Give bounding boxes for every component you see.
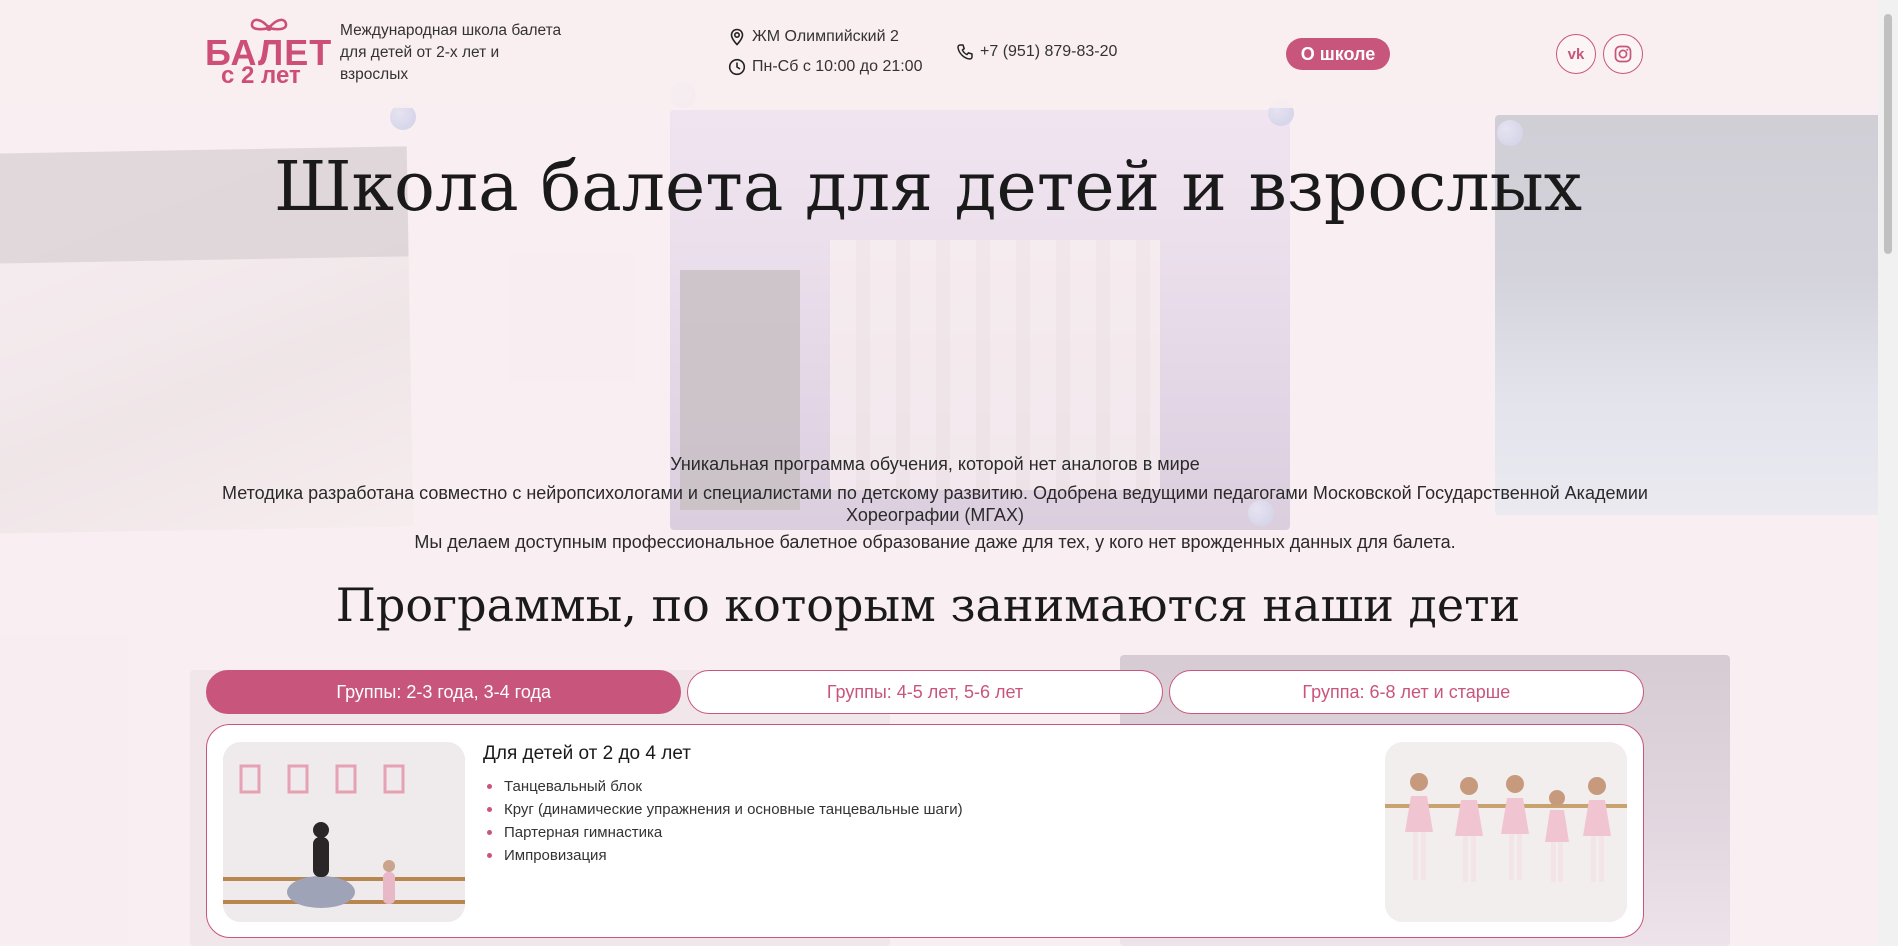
phone-item[interactable]: +7 (951) 879-83-20 bbox=[956, 43, 1117, 61]
program-card: Для детей от 2 до 4 лет Танцевальный бло… bbox=[206, 724, 1644, 938]
instagram-icon bbox=[1614, 45, 1632, 63]
site-header: БАЛЕТ с 2 лет Международная школа балета… bbox=[0, 0, 1878, 108]
main-content: Школа балета для детей и взрослых Уникал… bbox=[0, 0, 1878, 946]
brand-logo[interactable]: БАЛЕТ с 2 лет bbox=[205, 18, 331, 89]
instagram-link[interactable] bbox=[1603, 34, 1643, 74]
about-school-button[interactable]: О школе bbox=[1286, 38, 1390, 70]
program-card-heading: Для детей от 2 до 4 лет bbox=[483, 743, 691, 764]
scrollbar-thumb[interactable] bbox=[1884, 14, 1892, 254]
hero-line-unique: Уникальная программа обучения, которой н… bbox=[670, 454, 1200, 474]
age-group-tabs: Группы: 2-3 года, 3-4 года Группы: 4-5 л… bbox=[206, 670, 1644, 714]
hours-item: Пн-Сб с 10:00 до 21:00 bbox=[728, 58, 922, 76]
school-tagline: Международная школа балета для детей от … bbox=[340, 22, 562, 83]
location-pin-icon bbox=[730, 28, 744, 46]
program-photo-girls bbox=[1385, 742, 1627, 922]
tab-group-4-6[interactable]: Группы: 4-5 лет, 5-6 лет bbox=[687, 670, 1163, 714]
tab-group-6-8[interactable]: Группа: 6-8 лет и старше bbox=[1168, 670, 1644, 714]
address-item[interactable]: ЖМ Олимпийский 2 bbox=[728, 28, 899, 46]
tab-group-2-4[interactable]: Группы: 2-3 года, 3-4 года bbox=[206, 670, 682, 714]
hero-title: Школа балета для детей и взрослых bbox=[273, 148, 1583, 227]
hero-line-methodology: Методика разработана совместно с нейропс… bbox=[222, 483, 1648, 525]
programs-title: Программы, по которым занимаются наши де… bbox=[335, 578, 1521, 632]
program-photo-teacher bbox=[223, 742, 465, 922]
list-item: Круг (динамические упражнения и основные… bbox=[487, 798, 963, 821]
page-scrollbar[interactable] bbox=[1878, 0, 1898, 946]
phone-icon bbox=[957, 44, 973, 60]
address-text: ЖМ Олимпийский 2 bbox=[752, 28, 899, 45]
vk-link[interactable]: vk bbox=[1556, 34, 1596, 74]
logo-text-sub: с 2 лет bbox=[221, 62, 301, 89]
photo-illustration bbox=[223, 742, 465, 922]
clock-icon bbox=[728, 58, 746, 76]
list-item: Партерная гимнастика bbox=[487, 821, 963, 844]
hero-line-accessibility: Мы делаем доступным профессиональное бал… bbox=[414, 532, 1456, 552]
vk-icon: vk bbox=[1567, 45, 1585, 63]
phone-text: +7 (951) 879-83-20 bbox=[980, 43, 1118, 60]
list-item: Танцевальный блок bbox=[487, 775, 963, 798]
photo-illustration bbox=[1385, 742, 1627, 922]
program-items-list: Танцевальный блок Круг (динамические упр… bbox=[483, 775, 963, 867]
list-item: Импровизация bbox=[487, 844, 963, 867]
hours-text: Пн-Сб с 10:00 до 21:00 bbox=[752, 58, 923, 75]
